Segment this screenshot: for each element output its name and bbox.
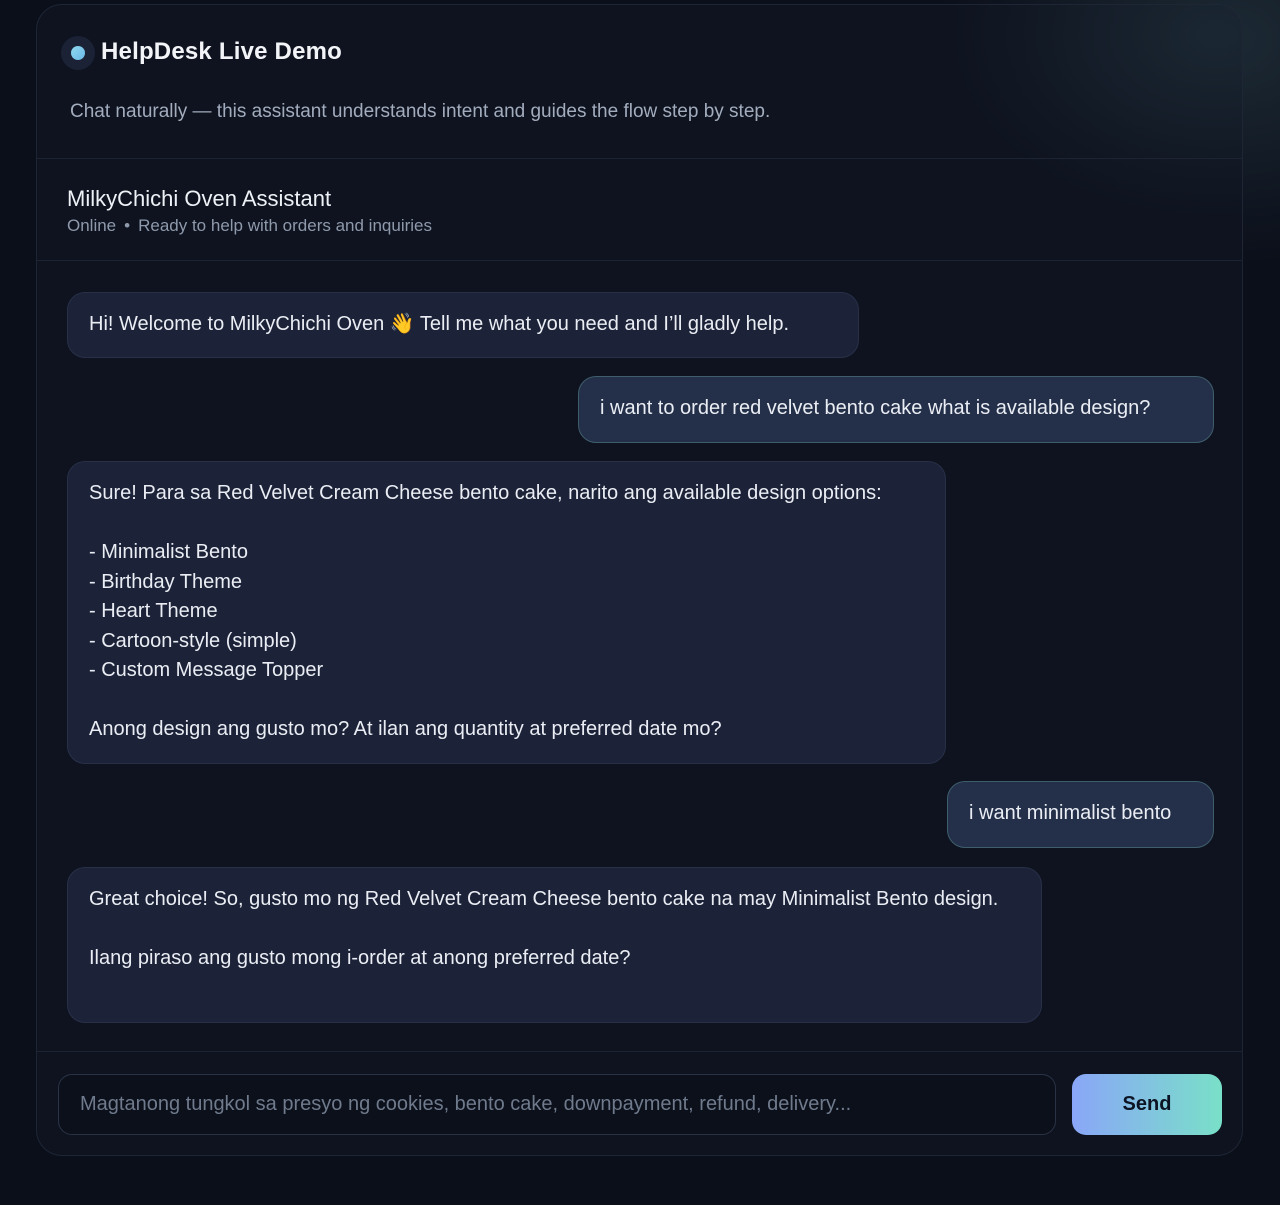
assistant-name: MilkyChichi Oven Assistant <box>67 186 332 211</box>
status-separator: • <box>124 216 131 235</box>
assistant-message: Sure! Para sa Red Velvet Cream Cheese be… <box>67 461 946 764</box>
app-header: HelpDesk Live Demo Chat naturally — this… <box>37 5 1242 159</box>
message-input[interactable] <box>58 1074 1056 1135</box>
send-button[interactable]: Send <box>1072 1074 1222 1135</box>
assistant-message: Hi! Welcome to MilkyChichi Oven 👋 Tell m… <box>67 292 859 358</box>
assistant-status-line: Online • Ready to help with orders and inq… <box>67 216 432 236</box>
assistant-tagline: Ready to help with orders and inquiries <box>138 216 432 235</box>
chat-panel: HelpDesk Live Demo Chat naturally — this… <box>36 4 1243 1156</box>
status-dot-icon <box>61 36 95 70</box>
message-composer: Send <box>37 1051 1242 1155</box>
online-status: Online <box>67 216 117 235</box>
user-message: i want minimalist bento <box>947 781 1214 848</box>
user-message: i want to order red velvet bento cake wh… <box>578 376 1214 443</box>
assistant-info-bar: MilkyChichi Oven Assistant Online • Ready … <box>37 159 1242 261</box>
app-subtitle: Chat naturally — this assistant understa… <box>70 101 771 122</box>
assistant-message: Great choice! So, gusto mo ng Red Velvet… <box>67 867 1042 1023</box>
app-title: HelpDesk Live Demo <box>101 38 343 65</box>
message-list[interactable]: Hi! Welcome to MilkyChichi Oven 👋 Tell m… <box>37 261 1242 1051</box>
